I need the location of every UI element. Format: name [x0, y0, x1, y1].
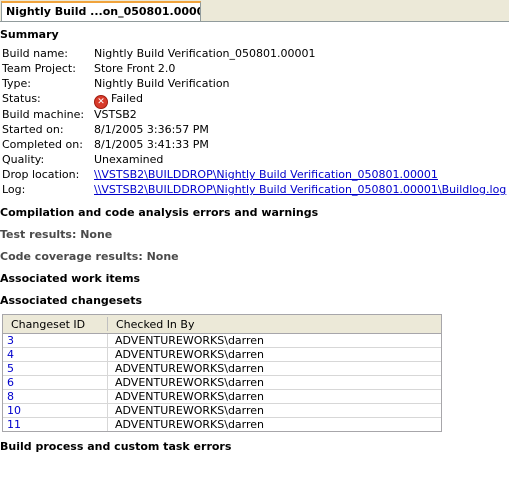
field-value: VSTSB2 — [94, 108, 137, 121]
table-row[interactable]: 11 ADVENTUREWORKS\darren — [3, 418, 441, 431]
cell-divider — [107, 404, 108, 417]
field-value-status: ✕ Failed — [94, 92, 143, 109]
checked-in-by: ADVENTUREWORKS\darren — [115, 334, 265, 347]
test-results-heading: Test results: None — [0, 228, 113, 241]
field-label: Build machine: — [2, 108, 85, 121]
field-label: Started on: — [2, 123, 64, 136]
field-value: Unexamined — [94, 153, 164, 166]
table-header: Changeset ID Checked In By — [3, 315, 441, 334]
field-value: 8/1/2005 3:36:57 PM — [94, 123, 209, 136]
cell-divider — [107, 362, 108, 375]
cell-divider — [107, 390, 108, 403]
field-value: Nightly Build Verification_050801.00001 — [94, 47, 316, 60]
checked-in-by: ADVENTUREWORKS\darren — [115, 362, 265, 375]
table-row[interactable]: 10 ADVENTUREWORKS\darren — [3, 404, 441, 418]
field-label: Build name: — [2, 47, 69, 60]
field-label: Type: — [2, 77, 31, 90]
field-label: Quality: — [2, 153, 45, 166]
checked-in-by: ADVENTUREWORKS\darren — [115, 404, 265, 417]
field-value: Nightly Build Verification — [94, 77, 230, 90]
changeset-id-link[interactable]: 4 — [7, 348, 14, 361]
cell-divider — [107, 418, 108, 431]
changesets-table: Changeset ID Checked In By 3 ADVENTUREWOR… — [2, 314, 442, 432]
changeset-id-link[interactable]: 6 — [7, 376, 14, 389]
field-label: Drop location: — [2, 168, 80, 181]
cell-divider — [107, 348, 108, 361]
table-row[interactable]: 5 ADVENTUREWORKS\darren — [3, 362, 441, 376]
tab-build-report[interactable]: Nightly Build ...on_050801.00001 — [1, 1, 201, 21]
changeset-id-link[interactable]: 5 — [7, 362, 14, 375]
failed-icon: ✕ — [94, 95, 108, 109]
cell-divider — [107, 376, 108, 389]
drop-location-link[interactable]: \\VSTSB2\BUILDDROP\Nightly Build Verific… — [94, 168, 438, 181]
checked-in-by: ADVENTUREWORKS\darren — [115, 418, 265, 431]
status-text: Failed — [111, 92, 143, 105]
field-label: Log: — [2, 183, 26, 196]
changeset-id-link[interactable]: 11 — [7, 418, 21, 431]
code-coverage-heading: Code coverage results: None — [0, 250, 179, 263]
column-header-changeset-id[interactable]: Changeset ID — [11, 318, 85, 331]
column-divider[interactable] — [107, 317, 108, 331]
changeset-id-link[interactable]: 10 — [7, 404, 21, 417]
field-label: Completed on: — [2, 138, 83, 151]
checked-in-by: ADVENTUREWORKS\darren — [115, 348, 265, 361]
column-header-checked-in-by[interactable]: Checked In By — [116, 318, 194, 331]
checked-in-by: ADVENTUREWORKS\darren — [115, 376, 265, 389]
table-row[interactable]: 8 ADVENTUREWORKS\darren — [3, 390, 441, 404]
field-label: Status: — [2, 92, 41, 105]
table-row[interactable]: 4 ADVENTUREWORKS\darren — [3, 348, 441, 362]
work-items-heading: Associated work items — [0, 272, 141, 285]
summary-heading: Summary — [0, 28, 59, 41]
changesets-heading: Associated changesets — [0, 294, 143, 307]
tab-strip: Nightly Build ...on_050801.00001 — [0, 0, 509, 22]
compilation-heading: Compilation and code analysis errors and… — [0, 206, 319, 219]
changeset-id-link[interactable]: 8 — [7, 390, 14, 403]
table-row[interactable]: 3 ADVENTUREWORKS\darren — [3, 334, 441, 348]
cell-divider — [107, 334, 108, 347]
table-row[interactable]: 6 ADVENTUREWORKS\darren — [3, 376, 441, 390]
changeset-id-link[interactable]: 3 — [7, 334, 14, 347]
build-process-heading: Build process and custom task errors — [0, 440, 232, 453]
log-link[interactable]: \\VSTSB2\BUILDDROP\Nightly Build Verific… — [94, 183, 506, 196]
field-label: Team Project: — [2, 62, 76, 75]
field-value: Store Front 2.0 — [94, 62, 176, 75]
checked-in-by: ADVENTUREWORKS\darren — [115, 390, 265, 403]
field-value: 8/1/2005 3:41:33 PM — [94, 138, 209, 151]
